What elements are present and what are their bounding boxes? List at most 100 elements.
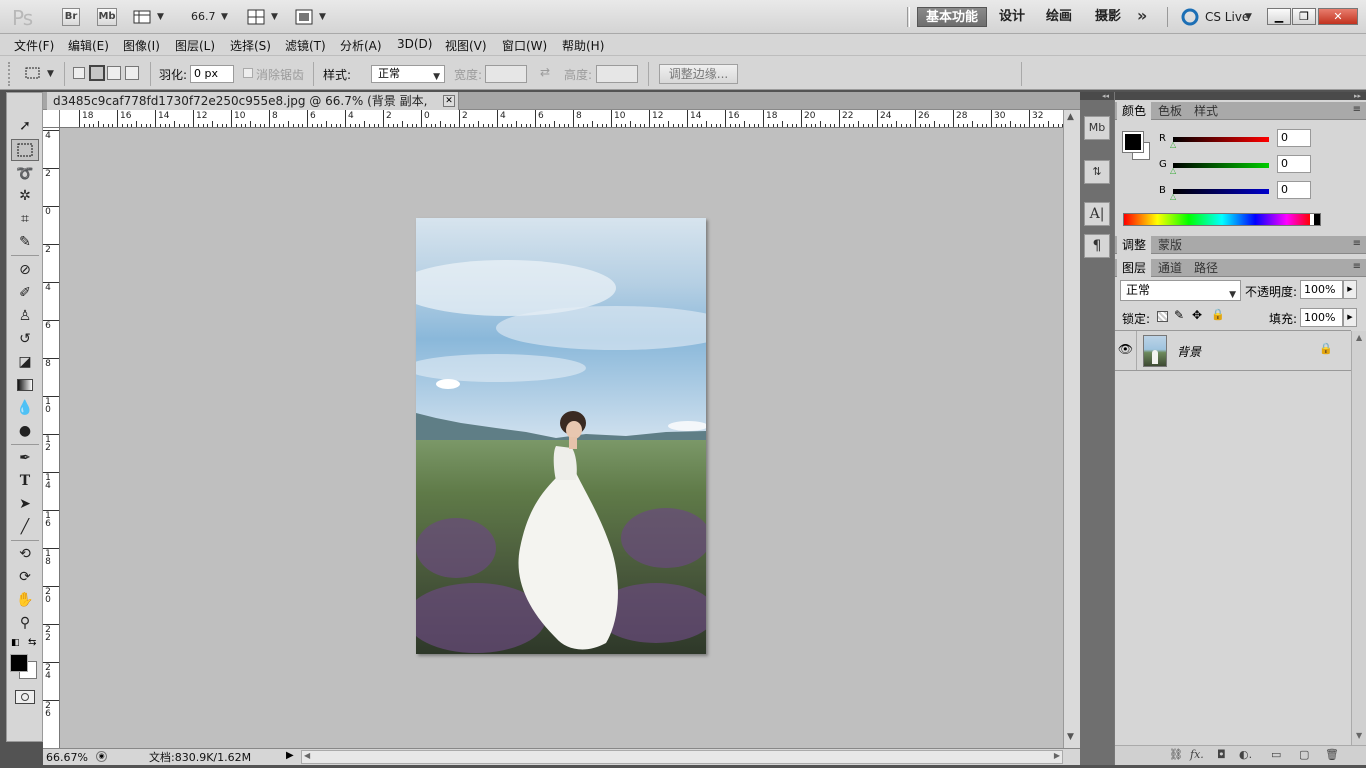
line-tool[interactable]: ╱ [11, 516, 39, 538]
cs-live-button[interactable]: CS Live [1205, 10, 1249, 24]
close-button[interactable]: ✕ [1318, 8, 1358, 25]
tool-preset-picker[interactable] [24, 65, 42, 81]
screen-mode-button[interactable] [295, 9, 313, 25]
history-brush-tool[interactable]: ↺ [11, 328, 39, 350]
3d-orbit-tool[interactable]: ⟳ [11, 566, 39, 588]
crop-tool[interactable]: ⌗ [11, 208, 39, 230]
layer-row[interactable]: 👁 背景 🔒 [1115, 331, 1351, 371]
green-slider[interactable] [1173, 163, 1269, 168]
add-mask-icon[interactable]: ◘ [1217, 748, 1226, 761]
document-image[interactable] [416, 218, 706, 654]
blue-value[interactable]: 0 [1277, 181, 1311, 199]
opacity-slider-toggle[interactable]: ▶ [1343, 280, 1357, 299]
menu-filter[interactable]: 滤镜(T) [285, 37, 326, 54]
green-slider-thumb[interactable]: △ [1170, 166, 1176, 175]
zoom-field[interactable]: 66.67% [46, 750, 88, 765]
panel-menu-icon[interactable]: ≡ [1353, 104, 1361, 115]
menu-view[interactable]: 视图(V) [445, 37, 487, 54]
menu-3d[interactable]: 3D(D) [397, 37, 432, 51]
history-panel-icon[interactable]: ⇅ [1084, 160, 1110, 184]
cs-live-icon[interactable] [1181, 8, 1201, 26]
ruler-origin[interactable] [43, 110, 60, 128]
pen-tool[interactable]: ✒ [11, 447, 39, 469]
zoom-level[interactable]: 66.7 [191, 10, 216, 23]
red-slider[interactable] [1173, 137, 1269, 142]
chevron-down-icon[interactable]: ▼ [157, 12, 164, 22]
chevron-down-icon[interactable]: ▼ [221, 12, 228, 22]
workspace-painting[interactable]: 绘画 [1038, 7, 1080, 27]
workspace-photography[interactable]: 摄影 [1087, 7, 1129, 27]
eraser-tool[interactable]: ◪ [11, 351, 39, 373]
chevron-down-icon[interactable]: ▼ [319, 12, 326, 22]
status-menu-icon[interactable]: ▶ [286, 750, 294, 761]
intersect-selection-button[interactable] [125, 66, 139, 80]
workspace-essentials[interactable]: 基本功能 [917, 7, 988, 27]
lock-all-icon[interactable]: 🔒 [1211, 308, 1225, 321]
maximize-button[interactable]: ❐ [1292, 8, 1316, 25]
character-panel-icon[interactable]: A| [1084, 202, 1110, 226]
arrange-documents-button[interactable] [247, 9, 265, 25]
red-slider-thumb[interactable]: △ [1170, 140, 1176, 149]
vertical-ruler[interactable]: 4202468101214161820222426 [43, 128, 60, 748]
healing-brush-tool[interactable]: ⊘ [11, 259, 39, 281]
eyedropper-tool[interactable]: ✎ [11, 231, 39, 253]
panel-menu-icon[interactable]: ≡ [1353, 238, 1361, 249]
blue-slider[interactable] [1173, 189, 1269, 194]
blur-tool[interactable]: 💧 [11, 397, 39, 419]
canvas-area[interactable] [60, 128, 1063, 748]
blend-mode-select[interactable]: 正常 ▼ [1120, 280, 1241, 301]
lock-pixels-icon[interactable]: ✎ [1174, 308, 1184, 322]
minimize-button[interactable]: ▁ [1267, 8, 1291, 25]
blue-slider-thumb[interactable]: △ [1170, 192, 1176, 201]
gradient-tool[interactable] [11, 374, 39, 396]
subtract-selection-button[interactable] [107, 66, 121, 80]
refine-edge-button[interactable]: 调整边缘... [659, 64, 738, 84]
3d-rotate-tool[interactable]: ⟲ [11, 543, 39, 565]
eye-icon[interactable]: 👁 [1115, 331, 1137, 370]
new-group-icon[interactable]: ▭ [1271, 748, 1281, 761]
quick-mask-button[interactable] [15, 690, 35, 704]
chevron-down-icon[interactable]: ▼ [271, 12, 278, 22]
path-selection-tool[interactable]: ➤ [11, 493, 39, 515]
new-selection-button[interactable] [73, 67, 85, 79]
menu-window[interactable]: 窗口(W) [502, 37, 547, 54]
lock-position-icon[interactable]: ✥ [1192, 308, 1202, 322]
link-layers-icon[interactable]: ⛓ [1169, 748, 1183, 761]
new-layer-icon[interactable]: ▢ [1299, 748, 1309, 761]
default-colors-icon[interactable]: ◧ [11, 638, 20, 648]
height-input[interactable] [596, 65, 638, 83]
view-extras-button[interactable] [133, 9, 153, 25]
width-input[interactable] [485, 65, 527, 83]
add-to-selection-button[interactable] [89, 65, 105, 81]
paragraph-panel-icon[interactable]: ¶ [1084, 234, 1110, 258]
close-document-icon[interactable]: ✕ [443, 95, 455, 107]
type-tool[interactable]: T [11, 470, 39, 492]
lock-transparency-icon[interactable] [1157, 311, 1168, 322]
menu-select[interactable]: 选择(S) [230, 37, 271, 54]
tab-adjustments[interactable]: 调整 [1117, 236, 1152, 254]
bridge-button[interactable]: Br [62, 8, 80, 26]
panel-menu-icon[interactable]: ≡ [1353, 261, 1361, 272]
zoom-tool[interactable]: ⚲ [11, 612, 39, 634]
fill-slider-toggle[interactable]: ▶ [1343, 308, 1357, 327]
fx-icon[interactable]: fx. [1190, 748, 1204, 761]
tab-masks[interactable]: 蒙版 [1153, 236, 1187, 254]
marquee-tool[interactable] [11, 139, 39, 161]
vertical-scrollbar[interactable]: ▲ ▼ [1063, 110, 1080, 748]
opacity-input[interactable]: 100% [1300, 280, 1343, 299]
chevron-down-icon[interactable]: ▼ [1245, 12, 1252, 22]
tab-layers[interactable]: 图层 [1117, 259, 1152, 277]
tab-paths[interactable]: 路径 [1189, 259, 1223, 277]
clone-stamp-tool[interactable]: ♙ [11, 305, 39, 327]
antialias-checkbox[interactable] [243, 68, 253, 78]
red-value[interactable]: 0 [1277, 129, 1311, 147]
menu-analysis[interactable]: 分析(A) [340, 37, 382, 54]
menu-edit[interactable]: 编辑(E) [68, 37, 109, 54]
move-tool[interactable]: ➚ [11, 115, 39, 137]
tab-channels[interactable]: 通道 [1153, 259, 1187, 277]
foreground-color-swatch[interactable] [10, 654, 28, 672]
tab-styles[interactable]: 样式 [1189, 102, 1223, 120]
scroll-down-icon[interactable]: ▼ [1067, 732, 1074, 742]
tab-color[interactable]: 颜色 [1117, 102, 1152, 120]
status-settings-icon[interactable]: ◉ [96, 751, 107, 762]
